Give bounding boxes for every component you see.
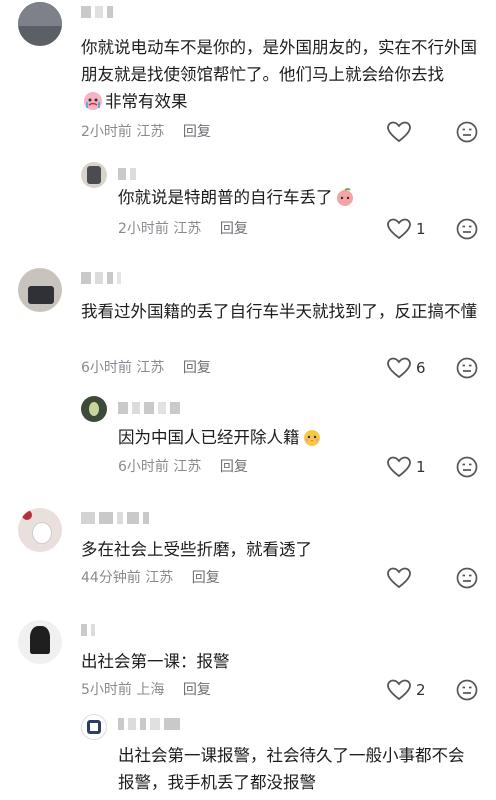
dislike-face-icon[interactable] <box>456 357 478 379</box>
time: 44分钟前 <box>81 570 141 586</box>
time: 2小时前 <box>118 221 169 237</box>
like-heart-icon[interactable] <box>387 567 411 589</box>
reply-button[interactable]: 回复 <box>220 459 248 475</box>
comment-meta: 6小时前 江苏 回复 <box>81 358 211 378</box>
peach-emoji-icon <box>335 187 355 207</box>
dislike-face-icon[interactable] <box>456 567 478 589</box>
avatar[interactable] <box>18 2 62 46</box>
username-blurred[interactable] <box>81 512 153 524</box>
reply-button[interactable]: 回复 <box>183 360 211 376</box>
like-count: 1 <box>416 458 426 476</box>
location: 江苏 <box>173 459 202 475</box>
location: 江苏 <box>136 124 165 140</box>
dislike-face-icon[interactable] <box>456 121 478 143</box>
username-blurred[interactable] <box>118 168 140 180</box>
avatar[interactable] <box>81 714 107 740</box>
dislike-face-icon[interactable] <box>456 218 478 240</box>
comment-meta: 6小时前 江苏 回复 <box>118 457 248 477</box>
like-count: 1 <box>416 220 426 238</box>
comment-meta: 2小时前 江苏 回复 <box>81 122 211 142</box>
chick-emoji-icon <box>302 427 322 447</box>
like-heart-icon[interactable] <box>387 456 411 478</box>
reply-button[interactable]: 回复 <box>192 570 220 586</box>
like-count: 2 <box>416 681 426 699</box>
time: 6小时前 <box>118 459 169 475</box>
like-heart-icon[interactable] <box>387 218 411 240</box>
like-heart-icon[interactable] <box>387 121 411 143</box>
like-count: 6 <box>416 359 426 377</box>
username-blurred[interactable] <box>118 402 184 414</box>
comment-meta: 44分钟前 江苏 回复 <box>81 568 220 588</box>
avatar[interactable] <box>81 162 107 188</box>
comment-text: 出社会第一课：报警 <box>81 652 230 671</box>
location: 上海 <box>136 682 165 698</box>
location: 江苏 <box>136 360 165 376</box>
username-blurred[interactable] <box>81 624 99 636</box>
crying-emoji-icon <box>83 91 103 111</box>
comment-meta: 5小时前 上海 回复 <box>81 680 211 700</box>
comment-text: 我看过外国籍的丢了自行车半天就找到了，反正搞不懂 <box>81 302 477 321</box>
comment-text: 你就说电动车不是你的，是外国朋友的，实在不行外国朋友就是找使领馆帮忙了。他们马上… <box>81 38 477 111</box>
dislike-face-icon[interactable] <box>456 679 478 701</box>
like-heart-icon[interactable] <box>387 357 411 379</box>
comment-text: 多在社会上受些折磨，就看透了 <box>81 540 312 559</box>
avatar[interactable] <box>18 508 62 552</box>
location: 江苏 <box>173 221 202 237</box>
reply-button[interactable]: 回复 <box>183 682 211 698</box>
comment-text: 因为中国人已经开除人籍 <box>118 424 478 451</box>
reply-button[interactable]: 回复 <box>183 124 211 140</box>
username-blurred[interactable] <box>118 718 184 730</box>
time: 6小时前 <box>81 360 132 376</box>
like-heart-icon[interactable] <box>387 679 411 701</box>
avatar[interactable] <box>81 396 107 422</box>
avatar[interactable] <box>18 268 62 312</box>
username-blurred[interactable] <box>81 6 117 18</box>
comment-text: 你就说是特朗普的自行车丢了 <box>118 184 478 211</box>
avatar[interactable] <box>18 620 62 664</box>
username-blurred[interactable] <box>81 272 125 284</box>
location: 江苏 <box>145 570 174 586</box>
dislike-face-icon[interactable] <box>456 456 478 478</box>
time: 2小时前 <box>81 124 132 140</box>
comment-text: 出社会第一课报警，社会待久了一般小事都不会报警，我手机丢了都没报警 <box>118 746 465 792</box>
time: 5小时前 <box>81 682 132 698</box>
comment-meta: 2小时前 江苏 回复 <box>118 219 248 239</box>
reply-button[interactable]: 回复 <box>220 221 248 237</box>
